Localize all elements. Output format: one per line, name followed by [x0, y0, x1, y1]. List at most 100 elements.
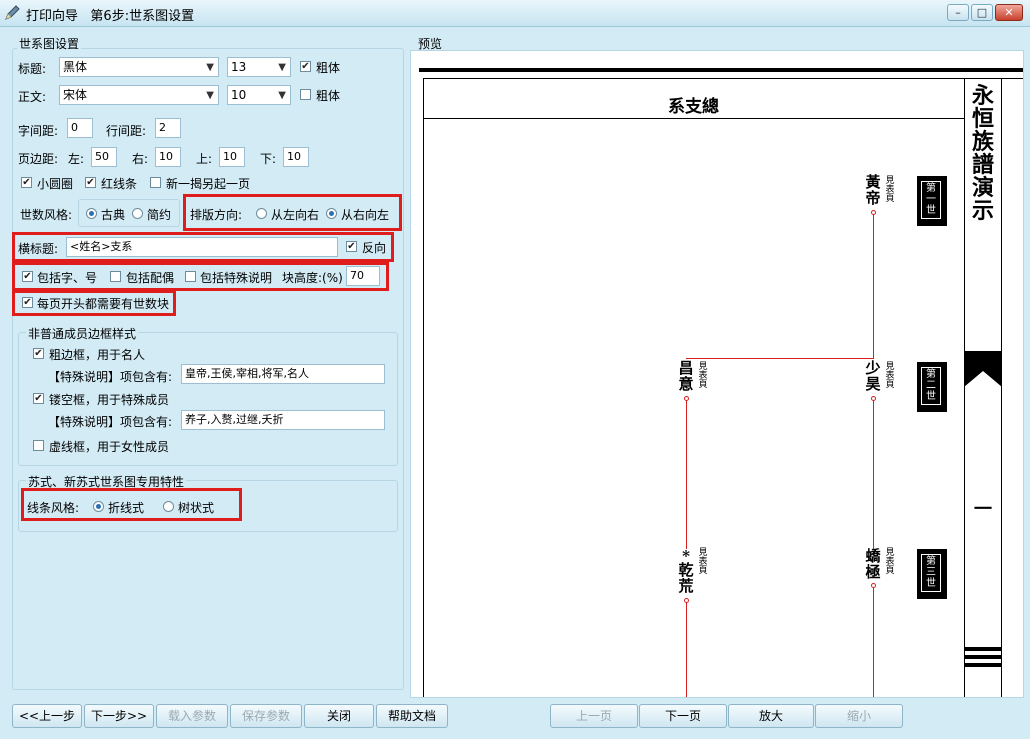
header-label: 横标题: [18, 242, 59, 256]
line-changyi-down [686, 399, 687, 549]
line-shaohao-down [873, 399, 874, 549]
red-lines-checkbox[interactable]: ✔ [85, 177, 96, 188]
include-spouse-checkbox[interactable] [110, 271, 121, 282]
left-rule [423, 78, 424, 697]
margin-right-label: 右: [132, 152, 149, 166]
person-name-5[interactable]: 蟜極 [864, 548, 882, 581]
load-params-button[interactable]: 载入参数 [156, 704, 228, 728]
title-font-label: 标题: [18, 62, 47, 76]
gen-style-classic-label: 古典 [101, 208, 126, 222]
chevron-down-icon: ▼ [206, 62, 214, 73]
margin-left-input[interactable]: 50 [91, 147, 117, 167]
zoom-in-button[interactable]: 放大 [728, 704, 814, 728]
title-size-select[interactable]: 13 ▼ [227, 57, 291, 77]
close-button[interactable]: 关闭 [304, 704, 374, 728]
new-page-checkbox[interactable] [150, 177, 161, 188]
include-notes-checkbox[interactable] [185, 271, 196, 282]
person-name-1[interactable]: 黃帝 [864, 174, 882, 207]
line-qianhuang-down [686, 601, 687, 697]
char-spacing-input[interactable]: 0 [67, 118, 93, 138]
margin-left-label: 左: [68, 152, 85, 166]
direction-rtl-label: 从右向左 [341, 208, 390, 222]
direction-ltr-label: 从左向右 [271, 208, 320, 222]
person-name-3[interactable]: 少昊 [864, 360, 882, 393]
side-rule-3 [964, 663, 1002, 667]
hollow-frame-note-input[interactable]: 养子,入赘,过继,夭折 [181, 410, 385, 430]
margin-bottom-input[interactable]: 10 [283, 147, 309, 167]
hollow-frame-label: 镂空框，用于特殊成员 [49, 393, 170, 407]
include-names-checkbox[interactable]: ✔ [22, 271, 33, 282]
line-spacing-input[interactable]: 2 [155, 118, 181, 138]
generation-badge-3: 第三世 [917, 549, 947, 599]
chevron-down-icon: ▼ [278, 90, 286, 101]
gen-style-classic-radio[interactable] [86, 208, 97, 219]
block-height-label: 块高度:(%) [282, 271, 343, 285]
body-bold-checkbox[interactable] [300, 89, 311, 100]
title-bold-label: 粗体 [316, 61, 341, 75]
save-params-button[interactable]: 保存参数 [230, 704, 302, 728]
line-branch-horizontal [686, 358, 874, 359]
body-font-label: 正文: [18, 90, 47, 104]
prev-page-button[interactable]: 上一页 [550, 704, 638, 728]
char-spacing-label: 字间距: [18, 124, 59, 138]
prev-step-button[interactable]: <<上一步 [12, 704, 82, 728]
margin-top-input[interactable]: 10 [219, 147, 245, 167]
circle-icon [871, 583, 876, 588]
line-spacing-label: 行间距: [106, 124, 147, 138]
minimize-button[interactable]: – [947, 4, 969, 21]
person-note-4: 見表頁 [698, 548, 708, 576]
direction-ltr-radio[interactable] [256, 208, 267, 219]
body-bold-label: 粗体 [316, 89, 341, 103]
top-thin-rule [423, 78, 1023, 79]
small-circle-checkbox[interactable]: ✔ [21, 177, 32, 188]
help-button[interactable]: 帮助文档 [376, 704, 448, 728]
top-thick-rule [419, 68, 1023, 72]
margin-right-input[interactable]: 10 [155, 147, 181, 167]
preview-pane: 系支總 永恒族譜演示 一 第一世 第二世 第三世 黃帝 見表頁 昌意 見表頁 少… [410, 50, 1024, 698]
gen-block-label: 每页开头都需要有世数块 [37, 297, 170, 311]
person-name-4[interactable]: 乾荒 [677, 562, 695, 595]
generation-badge-1: 第一世 [917, 176, 947, 226]
gen-style-simple-radio[interactable] [132, 208, 143, 219]
title-bar: 打印向导 第6步:世系图设置 – □ ✕ [0, 0, 1030, 27]
close-window-button[interactable]: ✕ [995, 4, 1023, 21]
new-page-label: 新一揭另起一页 [166, 177, 251, 191]
hollow-frame-checkbox[interactable]: ✔ [33, 393, 44, 404]
header-input[interactable]: <姓名>支系 [66, 237, 338, 257]
maximize-button[interactable]: □ [971, 4, 993, 21]
settings-group-label: 世系图设置 [17, 35, 82, 52]
chevron-down-icon: ▼ [206, 90, 214, 101]
fishtail-icon [964, 351, 1002, 387]
person-note-1: 見表頁 [885, 176, 895, 204]
print-wizard-window: 打印向导 第6步:世系图设置 – □ ✕ 世系图设置 标题: 黑体 ▼ 13 ▼ ✔… [0, 0, 1030, 739]
small-circle-label: 小圆圈 [37, 177, 74, 191]
person-note-3: 見表頁 [885, 362, 895, 390]
body-size-select[interactable]: 10 ▼ [227, 85, 291, 105]
line-style-fold-radio[interactable] [93, 501, 104, 512]
person-name-2[interactable]: 昌意 [677, 360, 695, 393]
dashed-frame-checkbox[interactable] [33, 440, 44, 451]
include-spouse-label: 包括配偶 [126, 271, 175, 285]
line-style-tree-radio[interactable] [163, 501, 174, 512]
bold-frame-note-input[interactable]: 皇帝,王侯,宰相,将军,名人 [181, 364, 385, 384]
direction-rtl-radio[interactable] [326, 208, 337, 219]
zoom-out-button[interactable]: 缩小 [815, 704, 903, 728]
body-font-select[interactable]: 宋体 ▼ [59, 85, 219, 105]
block-height-input[interactable]: 70 [346, 266, 380, 286]
include-notes-label: 包括特殊说明 [200, 271, 273, 285]
header-reverse-label: 反向 [362, 241, 387, 255]
bold-frame-note-label: 【特殊说明】项包含有: [48, 370, 173, 384]
gen-block-checkbox[interactable]: ✔ [22, 297, 33, 308]
next-step-button[interactable]: 下一步>> [84, 704, 154, 728]
title-font-select[interactable]: 黑体 ▼ [59, 57, 219, 77]
bold-frame-checkbox[interactable]: ✔ [33, 348, 44, 359]
include-names-label: 包括字、号 [37, 271, 98, 285]
window-title: 打印向导 第6步:世系图设置 [26, 9, 195, 24]
generation-badge-2: 第二世 [917, 362, 947, 412]
header-reverse-checkbox[interactable]: ✔ [346, 241, 357, 252]
preview-header-title: 系支總 [668, 97, 719, 117]
next-page-button[interactable]: 下一页 [639, 704, 727, 728]
red-lines-label: 红线条 [101, 177, 138, 191]
title-bold-checkbox[interactable]: ✔ [300, 61, 311, 72]
bold-frame-label: 粗边框，用于名人 [49, 348, 146, 362]
